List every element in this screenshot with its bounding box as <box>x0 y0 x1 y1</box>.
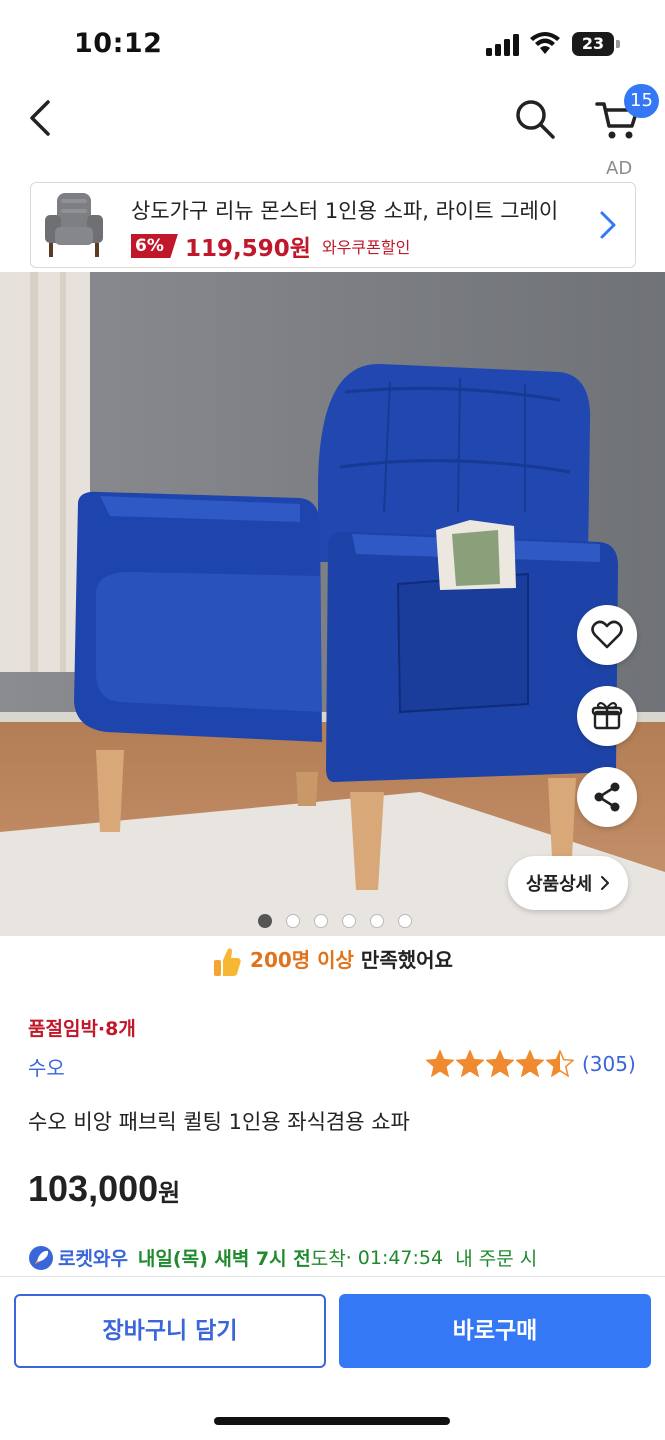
ad-label: AD <box>606 158 633 179</box>
battery-icon: 23 <box>572 32 620 56</box>
review-count[interactable]: (305) <box>582 1052 636 1076</box>
share-icon <box>594 782 620 812</box>
gift-icon <box>591 702 623 730</box>
delivery-countdown: · 01:47:54 <box>345 1246 444 1269</box>
delivery-arrive-word: 도착 <box>310 1248 346 1270</box>
star-icon <box>456 1050 484 1077</box>
star-icon <box>486 1050 514 1077</box>
gallery-pagination-dots[interactable] <box>258 914 412 928</box>
ad-coupon-label: 와우쿠폰할인 <box>321 238 411 257</box>
product-image-gallery[interactable]: 상품상세 <box>0 272 665 936</box>
heart-icon <box>591 620 623 649</box>
home-indicator[interactable] <box>214 1417 450 1425</box>
thumbs-up-icon <box>214 947 241 976</box>
ad-title: 상도가구 리뉴 몬스터 1인용 소파, 라이트 그레이 <box>131 199 559 223</box>
rocket-wow-badge: 로켓와우 <box>58 1248 128 1270</box>
gift-button[interactable] <box>577 686 637 746</box>
status-time: 10:12 <box>74 28 163 59</box>
chevron-right-icon <box>600 211 616 239</box>
status-bar: 10:12 23 <box>0 0 665 80</box>
cellular-signal-icon <box>486 34 519 56</box>
cart-count-badge: 15 <box>624 84 659 118</box>
gallery-dot[interactable] <box>398 914 412 928</box>
gallery-dot[interactable] <box>370 914 384 928</box>
price-value: 103,000 <box>28 1168 159 1209</box>
price-unit: 원 <box>158 1180 181 1207</box>
search-icon[interactable] <box>512 96 558 142</box>
ad-price: 119,590원 <box>184 236 311 262</box>
ad-discount-badge: 6% <box>131 234 178 258</box>
satisfaction-text: 만족했어요 <box>353 948 453 972</box>
star-icon <box>426 1050 454 1077</box>
chevron-right-icon <box>601 876 610 890</box>
ad-banner[interactable]: 상도가구 리뉴 몬스터 1인용 소파, 라이트 그레이 6% 119,590원 … <box>30 182 636 268</box>
delivery-suffix: 내 주문 시 <box>443 1248 538 1270</box>
wishlist-heart-button[interactable] <box>577 605 637 665</box>
product-detail-button[interactable]: 상품상세 <box>508 856 629 910</box>
ad-price-row: 6% 119,590원 와우쿠폰할인 <box>131 229 411 262</box>
stock-warning: 품절임박·8개 <box>28 1018 136 1040</box>
add-to-cart-button[interactable]: 장바구니 담기 <box>14 1294 326 1368</box>
back-arrow-icon[interactable] <box>24 98 60 138</box>
satisfaction-banner: 200명 이상 만족했어요 <box>0 944 665 978</box>
gallery-dot[interactable] <box>286 914 300 928</box>
bottom-action-bar: 장바구니 담기 바로구매 <box>0 1276 665 1440</box>
share-button[interactable] <box>577 767 637 827</box>
wifi-icon <box>530 32 560 54</box>
gallery-dot[interactable] <box>258 914 272 928</box>
star-icon <box>516 1050 544 1077</box>
rating-stars <box>426 1050 574 1077</box>
brand-link[interactable]: 수오 <box>28 1052 65 1081</box>
buy-now-button[interactable]: 바로구매 <box>339 1294 651 1368</box>
ad-product-thumbnail <box>37 189 113 263</box>
product-detail-label: 상품상세 <box>526 874 593 895</box>
battery-level: 23 <box>572 32 614 56</box>
delivery-arrival: 내일(목) 새벽 7시 전 <box>137 1248 311 1270</box>
rating[interactable]: (305) <box>426 1050 636 1077</box>
gallery-dot[interactable] <box>314 914 328 928</box>
rocket-icon <box>29 1245 53 1270</box>
product-price: 103,000원 <box>28 1168 180 1210</box>
delivery-info: 로켓와우 내일(목) 새벽 7시 전 도착 · 01:47:54 내 주문 시 <box>28 1244 537 1271</box>
gallery-dot[interactable] <box>342 914 356 928</box>
satisfaction-count: 200명 이상 <box>250 948 354 972</box>
product-title: 수오 비앙 패브릭 퀼팅 1인용 좌식겸용 쇼파 <box>28 1110 410 1134</box>
product-photo <box>0 272 665 936</box>
star-icon <box>546 1050 574 1077</box>
